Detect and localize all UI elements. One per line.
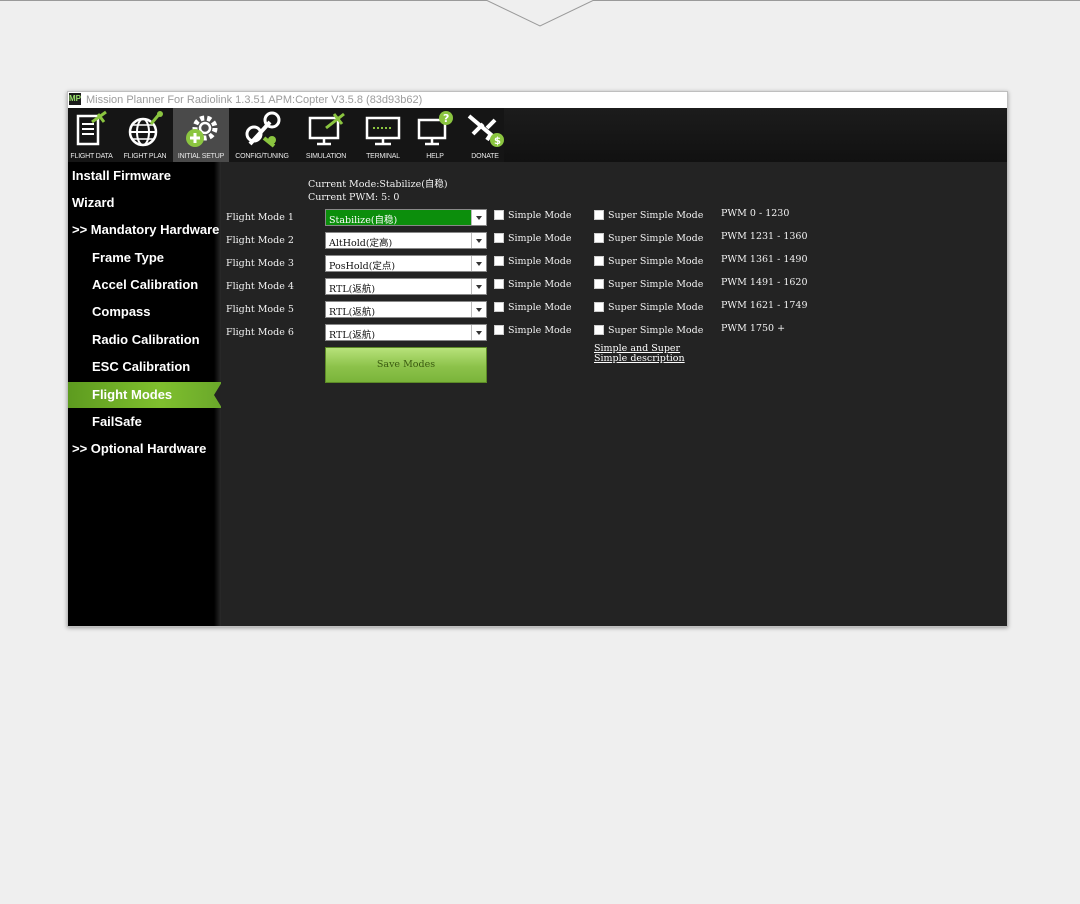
super-simple-mode-label: Super Simple Mode xyxy=(608,302,704,313)
chevron-down-icon[interactable] xyxy=(471,210,486,225)
help-icon: ? xyxy=(417,111,453,146)
super-simple-mode-label: Super Simple Mode xyxy=(608,233,704,244)
chevron-down-icon[interactable] xyxy=(471,233,486,248)
sidebar-item-esc-calibration[interactable]: ESC Calibration xyxy=(68,354,221,380)
flight-plan-button[interactable]: FLIGHT PLAN xyxy=(119,108,171,162)
simple-mode-2-checkbox[interactable] xyxy=(494,233,504,243)
terminal-icon xyxy=(365,116,401,146)
donate-icon: $ xyxy=(467,114,504,147)
flight-mode-5-select[interactable]: RTL(返航) xyxy=(325,301,487,318)
simple-mode-5-checkbox[interactable] xyxy=(494,302,504,312)
flight-mode-5-label: Flight Mode 5 xyxy=(226,304,294,315)
flight-mode-2-select[interactable]: AltHold(定高) xyxy=(325,232,487,249)
super-simple-mode-label: Super Simple Mode xyxy=(608,256,704,267)
flight-mode-6-label: Flight Mode 6 xyxy=(226,327,294,338)
flight-mode-4-select[interactable]: RTL(返航) xyxy=(325,278,487,295)
pwm-range-1: PWM 0 - 1230 xyxy=(721,208,790,219)
sidebar-item-frame-type[interactable]: Frame Type xyxy=(68,245,221,271)
simple-mode-label: Simple Mode xyxy=(508,302,572,313)
flight-mode-3-label: Flight Mode 3 xyxy=(226,258,294,269)
simple-mode-1-checkbox[interactable] xyxy=(494,210,504,220)
pwm-range-4: PWM 1491 - 1620 xyxy=(721,277,808,288)
simple-mode-3-checkbox[interactable] xyxy=(494,256,504,266)
simple-mode-label: Simple Mode xyxy=(508,279,572,290)
flight-mode-6-select[interactable]: RTL(返航) xyxy=(325,324,487,341)
super-simple-mode-2-checkbox[interactable] xyxy=(594,233,604,243)
super-simple-mode-1-checkbox[interactable] xyxy=(594,210,604,220)
chevron-down-icon[interactable] xyxy=(471,279,486,294)
sidebar-item-radio-calibration[interactable]: Radio Calibration xyxy=(68,327,221,353)
super-simple-mode-label: Super Simple Mode xyxy=(608,210,704,221)
config-tuning-button[interactable]: CONFIG/TUNING xyxy=(231,108,293,162)
super-simple-mode-label: Super Simple Mode xyxy=(608,279,704,290)
initial-setup-button[interactable]: INITIAL SETUP xyxy=(173,108,229,162)
super-simple-mode-4-checkbox[interactable] xyxy=(594,279,604,289)
sidebar-item-optional-hardware[interactable]: >> Optional Hardware xyxy=(68,436,221,462)
simple-mode-label: Simple Mode xyxy=(508,210,572,221)
simple-mode-6-checkbox[interactable] xyxy=(494,325,504,335)
sidebar-item-failsafe[interactable]: FailSafe xyxy=(68,409,221,435)
sidebar-item-compass[interactable]: Compass xyxy=(68,299,221,325)
sidebar-item-label: Flight Modes xyxy=(92,387,173,402)
config-tuning-icon xyxy=(245,111,281,148)
initial-setup-icon xyxy=(186,115,218,147)
setup-sidebar: Install Firmware Wizard >> Mandatory Har… xyxy=(68,162,222,626)
sidebar-item-flight-modes[interactable]: Flight Modes xyxy=(68,382,222,408)
flight-mode-1-label: Flight Mode 1 xyxy=(226,212,294,223)
super-simple-mode-3-checkbox[interactable] xyxy=(594,256,604,266)
simple-mode-label: Simple Mode xyxy=(508,325,572,336)
sidebar-item-accel-calibration[interactable]: Accel Calibration xyxy=(68,272,221,298)
simple-mode-label: Simple Mode xyxy=(508,233,572,244)
flight-data-icon xyxy=(76,110,107,146)
flight-data-button[interactable]: FLIGHT DATA xyxy=(68,108,115,162)
main-toolbar: FLIGHT DATA FLIGHT PLAN INITIAL SETUP CO… xyxy=(68,108,1007,162)
sidebar-item-install-firmware[interactable]: Install Firmware xyxy=(68,163,221,189)
sidebar-item-wizard[interactable]: Wizard xyxy=(68,190,221,216)
chevron-down-icon[interactable] xyxy=(471,325,486,340)
simple-description-link[interactable]: Simple and Super Simple description xyxy=(594,344,685,364)
app-icon: MP xyxy=(69,93,81,105)
flight-mode-4-label: Flight Mode 4 xyxy=(226,281,294,292)
simulation-icon xyxy=(308,112,345,146)
flight-mode-1-select[interactable]: Stabilize(自稳) xyxy=(325,209,487,226)
terminal-button[interactable]: TERMINAL xyxy=(360,108,406,162)
super-simple-mode-label: Super Simple Mode xyxy=(608,325,704,336)
chevron-down-icon[interactable] xyxy=(471,302,486,317)
current-mode-readout: Current Mode:Stabilize(自稳) xyxy=(308,179,448,190)
help-button[interactable]: ? HELP xyxy=(412,108,458,162)
page-notch xyxy=(485,0,595,27)
super-simple-mode-6-checkbox[interactable] xyxy=(594,325,604,335)
donate-button[interactable]: $ DONATE xyxy=(463,108,507,162)
pwm-range-2: PWM 1231 - 1360 xyxy=(721,231,808,242)
flight-modes-panel: Current Mode:Stabilize(自稳) Current PWM: … xyxy=(221,162,1007,626)
svg-text:$: $ xyxy=(494,136,501,147)
current-pwm-readout: Current PWM: 5: 0 xyxy=(308,192,400,203)
flight-plan-icon xyxy=(128,111,163,147)
chevron-down-icon[interactable] xyxy=(471,256,486,271)
pwm-range-6: PWM 1750 + xyxy=(721,323,786,334)
flight-mode-2-label: Flight Mode 2 xyxy=(226,235,294,246)
simulation-button[interactable]: SIMULATION xyxy=(299,108,353,162)
window-title: Mission Planner For Radiolink 1.3.51 APM… xyxy=(86,94,423,106)
super-simple-mode-5-checkbox[interactable] xyxy=(594,302,604,312)
save-modes-button[interactable]: Save Modes xyxy=(325,347,487,383)
mission-planner-window: MP Mission Planner For Radiolink 1.3.51 … xyxy=(67,91,1008,627)
title-bar: MP Mission Planner For Radiolink 1.3.51 … xyxy=(68,92,1007,108)
simple-mode-label: Simple Mode xyxy=(508,256,572,267)
pwm-range-3: PWM 1361 - 1490 xyxy=(721,254,808,265)
pwm-range-5: PWM 1621 - 1749 xyxy=(721,300,808,311)
flight-mode-3-select[interactable]: PosHold(定点) xyxy=(325,255,487,272)
sidebar-item-mandatory-hardware[interactable]: >> Mandatory Hardware xyxy=(68,217,221,243)
svg-text:?: ? xyxy=(443,112,449,125)
simple-mode-4-checkbox[interactable] xyxy=(494,279,504,289)
